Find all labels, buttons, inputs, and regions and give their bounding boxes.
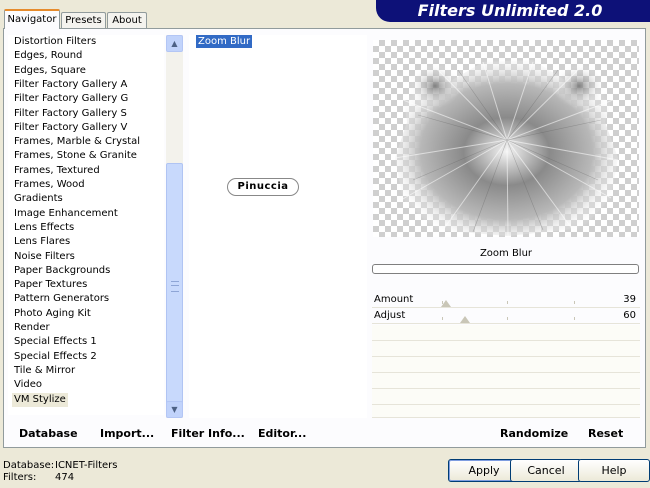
slider-tick [442, 317, 443, 320]
control-row-empty [372, 389, 640, 405]
slider-tick [507, 317, 508, 320]
slider-amount-thumb[interactable] [441, 300, 452, 307]
cancel-button[interactable]: Cancel [510, 459, 582, 482]
slider-amount-label: Amount [374, 294, 414, 305]
category-item[interactable]: Frames, Wood [12, 178, 87, 192]
category-item[interactable]: Video [12, 378, 44, 392]
category-item[interactable]: Frames, Stone & Granite [12, 149, 139, 163]
category-item[interactable]: VM Stylize [12, 392, 68, 407]
control-row-empty [372, 341, 640, 357]
category-item[interactable]: Filter Factory Gallery G [12, 92, 130, 106]
category-item[interactable]: Filter Factory Gallery A [12, 78, 129, 92]
editor-button[interactable]: Editor... [258, 427, 306, 440]
category-item[interactable]: Paper Textures [12, 278, 89, 292]
category-item[interactable]: Render [12, 321, 52, 335]
control-row-empty [372, 405, 640, 418]
grip-icon [171, 281, 179, 292]
title-banner: Filters Unlimited 2.0 [376, 0, 650, 22]
reset-button[interactable]: Reset [588, 427, 623, 440]
database-info-value: ICNET-Filters [55, 460, 118, 471]
control-row-empty [372, 325, 640, 341]
category-item[interactable]: Lens Effects [12, 221, 76, 235]
filters-count-info: Filters: 474 [3, 472, 74, 484]
category-item[interactable]: Gradients [12, 192, 65, 206]
category-list[interactable]: Distortion Filters Edges, Round Edges, Squ… [8, 35, 164, 415]
category-item[interactable]: Frames, Marble & Crystal [12, 135, 142, 149]
scroll-down-button[interactable]: ▼ [166, 401, 183, 418]
category-item[interactable]: Noise Filters [12, 250, 77, 264]
control-row-empty [372, 357, 640, 373]
scroll-thumb[interactable] [166, 163, 183, 408]
slider-adjust-thumb[interactable] [459, 316, 470, 323]
category-item[interactable]: Frames, Textured [12, 164, 102, 178]
category-item[interactable]: Edges, Round [12, 49, 84, 63]
category-item[interactable]: Paper Backgrounds [12, 264, 112, 278]
database-button[interactable]: Database [19, 427, 78, 440]
category-item[interactable]: Special Effects 1 [12, 335, 99, 349]
slider-amount-value: 39 [623, 294, 636, 305]
chevron-down-icon: ▼ [171, 405, 178, 414]
scroll-up-button[interactable]: ▲ [166, 35, 183, 52]
category-item[interactable]: Filter Factory Gallery S [12, 107, 129, 121]
filter-name-label: Zoom Blur [479, 248, 533, 259]
category-item[interactable]: Photo Aging Kit [12, 307, 93, 321]
control-row-empty [372, 373, 640, 389]
category-item[interactable]: Lens Flares [12, 235, 72, 249]
database-info: Database: ICNET-Filters [3, 460, 118, 472]
slider-adjust-label: Adjust [374, 310, 406, 321]
category-item[interactable]: Distortion Filters [12, 35, 98, 49]
tab-navigator[interactable]: Navigator [4, 9, 60, 29]
import-button[interactable]: Import... [100, 427, 154, 440]
zoom-blur-preview-graphic [394, 60, 619, 237]
category-scrollbar[interactable]: ▲ ▼ [166, 35, 183, 418]
category-item[interactable]: Tile & Mirror [12, 364, 77, 378]
help-button[interactable]: Help [578, 459, 650, 482]
watermark-label: Pinuccia [227, 178, 299, 196]
preview-image [373, 40, 639, 237]
chevron-up-icon: ▲ [171, 39, 178, 48]
slider-amount[interactable]: Amount 39 [372, 293, 640, 308]
slider-adjust[interactable]: Adjust 60 [372, 309, 640, 324]
slider-tick [507, 301, 508, 304]
slider-adjust-value: 60 [623, 310, 636, 321]
filter-list[interactable]: Zoom Blur Pinuccia [189, 35, 367, 418]
slider-tick [574, 317, 575, 320]
progress-bar [372, 264, 639, 274]
filter-info-button[interactable]: Filter Info... [171, 427, 245, 440]
filter-item-zoom-blur[interactable]: Zoom Blur [196, 35, 253, 48]
slider-tick [574, 301, 575, 304]
randomize-button[interactable]: Randomize [500, 427, 568, 440]
bottom-toolbar: Database Import... Filter Info... Editor… [4, 422, 645, 446]
filters-count-label: Filters: [3, 472, 37, 483]
tab-presets[interactable]: Presets [61, 12, 106, 28]
app-title: Filters Unlimited 2.0 [417, 1, 603, 20]
category-item[interactable]: Edges, Square [12, 64, 88, 78]
category-item[interactable]: Pattern Generators [12, 292, 111, 306]
category-item[interactable]: Filter Factory Gallery V [12, 121, 129, 135]
tab-about[interactable]: About [107, 12, 147, 28]
category-item[interactable]: Special Effects 2 [12, 350, 99, 364]
filters-count-value: 474 [55, 472, 75, 483]
category-item[interactable]: Image Enhancement [12, 207, 120, 221]
database-info-label: Database: [3, 460, 55, 471]
